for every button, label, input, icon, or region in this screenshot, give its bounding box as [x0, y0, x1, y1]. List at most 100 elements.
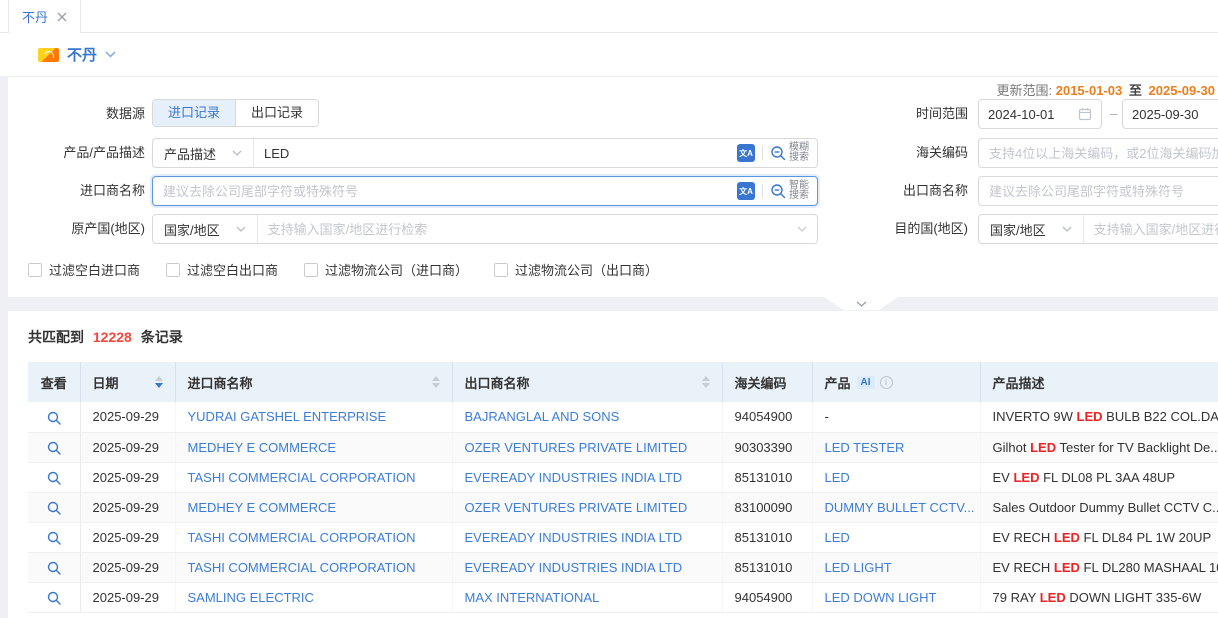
- description-text: EV RECH: [993, 530, 1054, 545]
- hs-code-cell: 85131010: [722, 552, 812, 582]
- bhutan-flag-icon: [38, 48, 59, 62]
- table-row: 2025-09-29 MEDHEY E COMMERCE OZER VENTURES…: [28, 432, 1218, 462]
- importer-link[interactable]: SAMLING ELECTRIC: [188, 590, 314, 605]
- product-cell: LED TESTER: [812, 432, 980, 462]
- view-record-button[interactable]: [47, 441, 61, 455]
- update-range-label: 更新范围:: [996, 83, 1052, 98]
- product-field-select[interactable]: 产品描述: [153, 139, 254, 167]
- importer-cell: MEDHEY E COMMERCE: [175, 432, 452, 462]
- filter-checkbox-2[interactable]: 过滤物流公司（进口商）: [304, 260, 468, 279]
- product-link[interactable]: LED: [825, 470, 850, 485]
- sort-desc-icon[interactable]: [155, 383, 163, 388]
- date-start-input[interactable]: 2024-10-01: [978, 99, 1102, 129]
- view-record-button[interactable]: [47, 501, 61, 515]
- view-record-button[interactable]: [47, 471, 61, 485]
- country-name[interactable]: 不丹: [67, 44, 97, 65]
- chevron-down-icon[interactable]: [105, 51, 116, 58]
- sort-asc-icon[interactable]: [155, 376, 163, 381]
- date-range-dash: –: [1110, 99, 1117, 129]
- view-cell: [28, 552, 80, 582]
- view-record-button[interactable]: [47, 591, 61, 605]
- exporter-link[interactable]: EVEREADY INDUSTRIES INDIA LTD: [465, 530, 683, 545]
- filter-checkbox-0[interactable]: 过滤空白进口商: [28, 260, 140, 279]
- filter-checkbox-3[interactable]: 过滤物流公司（出口商）: [494, 260, 658, 279]
- destination-input[interactable]: [1084, 215, 1218, 243]
- sort-control[interactable]: [694, 376, 710, 388]
- column-label: 进口商名称: [188, 373, 253, 392]
- view-record-button[interactable]: [47, 561, 61, 575]
- origin-country-select[interactable]: 国家/地区: [153, 215, 258, 243]
- hs-code-input[interactable]: [978, 138, 1218, 168]
- sort-asc-icon[interactable]: [702, 376, 710, 381]
- export-records-button[interactable]: 出口记录: [235, 100, 318, 126]
- description-text: DOWN LIGHT 335-6W: [1066, 590, 1202, 605]
- translate-icon[interactable]: 文A: [737, 182, 755, 200]
- hs-code-cell: 85131010: [722, 522, 812, 552]
- import-records-button[interactable]: 进口记录: [153, 100, 235, 126]
- data-source-segmented: 进口记录 出口记录: [152, 99, 319, 127]
- tab-bhutan[interactable]: 不丹: [8, 0, 81, 33]
- importer-link[interactable]: MEDHEY E COMMERCE: [188, 500, 337, 515]
- column-header-2[interactable]: 进口商名称: [175, 362, 452, 402]
- smart-search-button[interactable]: 智能 搜索: [770, 181, 809, 201]
- sort-asc-icon[interactable]: [432, 376, 440, 381]
- exporter-link[interactable]: MAX INTERNATIONAL: [465, 590, 600, 605]
- exporter-link[interactable]: EVEREADY INDUSTRIES INDIA LTD: [465, 560, 683, 575]
- exporter-link[interactable]: BAJRANGLAL AND SONS: [465, 409, 620, 424]
- info-icon[interactable]: i: [880, 376, 893, 389]
- sort-control[interactable]: [147, 376, 163, 388]
- sort-control[interactable]: [424, 376, 440, 388]
- date-end-input[interactable]: 2025-09-30: [1122, 99, 1218, 129]
- importer-link[interactable]: YUDRAI GATSHEL ENTERPRISE: [188, 409, 387, 424]
- sort-desc-icon[interactable]: [432, 383, 440, 388]
- results-summary: 共匹配到 12228 条记录: [28, 327, 1218, 347]
- column-label: 日期: [93, 373, 119, 392]
- exporter-link[interactable]: EVEREADY INDUSTRIES INDIA LTD: [465, 470, 683, 485]
- product-link[interactable]: LED LIGHT: [825, 560, 892, 575]
- product-link[interactable]: LED TESTER: [825, 440, 905, 455]
- view-record-button[interactable]: [47, 411, 61, 425]
- product-search-input[interactable]: [254, 139, 737, 167]
- data-source-label: 数据源: [8, 99, 145, 129]
- importer-link[interactable]: TASHI COMMERCIAL CORPORATION: [188, 470, 416, 485]
- country-header: 不丹: [0, 33, 1218, 76]
- destination-select[interactable]: 国家/地区: [979, 215, 1084, 243]
- checkbox-icon[interactable]: [166, 263, 180, 277]
- origin-country-input[interactable]: [258, 215, 797, 243]
- exporter-link[interactable]: OZER VENTURES PRIVATE LIMITED: [465, 500, 688, 515]
- exporter-name-input[interactable]: [978, 176, 1218, 206]
- close-tab-icon[interactable]: [57, 12, 67, 22]
- view-cell: [28, 462, 80, 492]
- fuzzy-search-label: 模糊 搜索: [789, 143, 809, 163]
- date-cell: 2025-09-29: [80, 402, 175, 432]
- description-text: 79 RAY: [993, 590, 1040, 605]
- column-header-1[interactable]: 日期: [80, 362, 175, 402]
- records-table: 查看日期进口商名称出口商名称海关编码产品AIi产品描述 2025-09-29YU…: [28, 362, 1218, 613]
- importer-link[interactable]: MEDHEY E COMMERCE: [188, 440, 337, 455]
- view-record-button[interactable]: [47, 531, 61, 545]
- product-link[interactable]: LED: [825, 530, 850, 545]
- checkbox-icon[interactable]: [494, 263, 508, 277]
- hs-code-label: 海关编码: [848, 138, 968, 168]
- product-cell: DUMMY BULLET CCTV...: [812, 492, 980, 522]
- date-cell: 2025-09-29: [80, 462, 175, 492]
- checkbox-icon[interactable]: [304, 263, 318, 277]
- importer-name-input[interactable]: [153, 177, 737, 205]
- importer-link[interactable]: TASHI COMMERCIAL CORPORATION: [188, 530, 416, 545]
- exporter-link[interactable]: OZER VENTURES PRIVATE LIMITED: [465, 440, 688, 455]
- date-cell: 2025-09-29: [80, 432, 175, 462]
- column-header-3[interactable]: 出口商名称: [452, 362, 722, 402]
- checkbox-icon[interactable]: [28, 263, 42, 277]
- sort-desc-icon[interactable]: [702, 383, 710, 388]
- date-cell: 2025-09-29: [80, 552, 175, 582]
- column-header-6: 产品描述: [980, 362, 1218, 402]
- fuzzy-search-button[interactable]: 模糊 搜索: [770, 143, 809, 163]
- product-link[interactable]: DUMMY BULLET CCTV...: [825, 500, 975, 515]
- importer-link[interactable]: TASHI COMMERCIAL CORPORATION: [188, 560, 416, 575]
- date-start-value: 2024-10-01: [988, 107, 1055, 122]
- hs-code-cell: 85131010: [722, 462, 812, 492]
- product-link[interactable]: LED DOWN LIGHT: [825, 590, 937, 605]
- collapse-filter-button[interactable]: [824, 297, 898, 310]
- translate-icon[interactable]: 文A: [737, 144, 755, 162]
- filter-checkbox-1[interactable]: 过滤空白出口商: [166, 260, 278, 279]
